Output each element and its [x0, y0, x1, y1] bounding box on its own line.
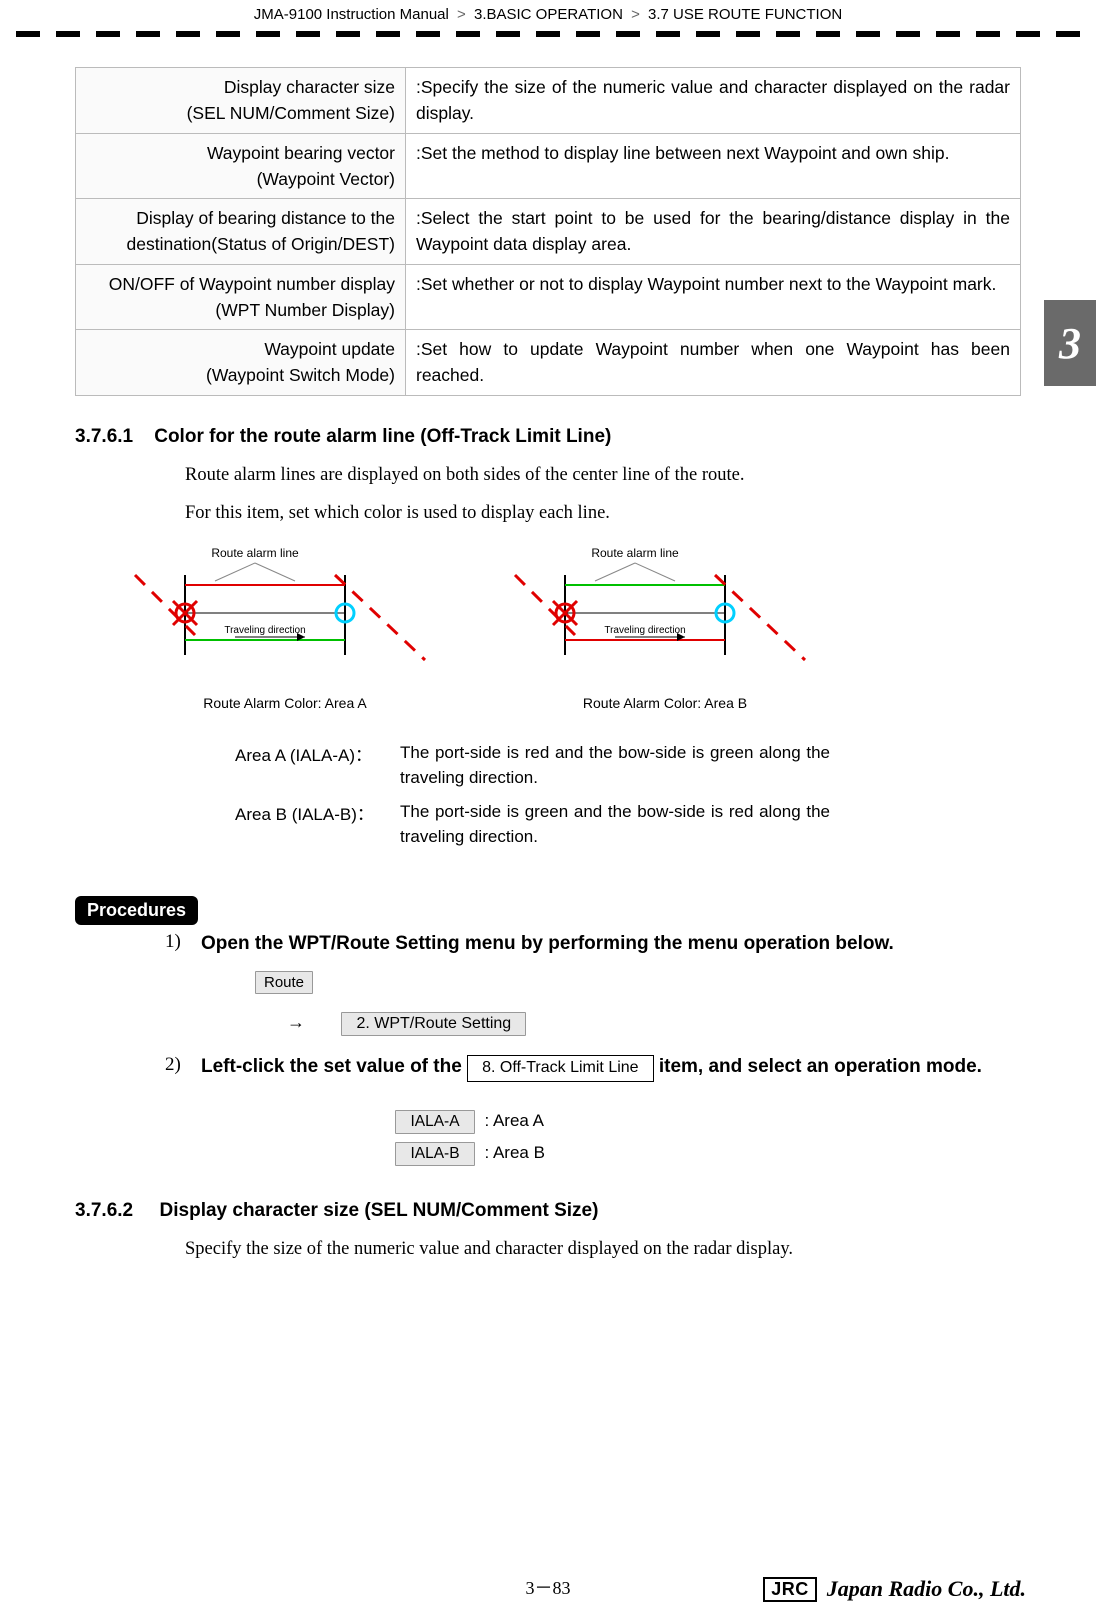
area-a-desc: The port-side is red and the bow-side is…: [400, 741, 830, 790]
table-row: Waypoint update (Waypoint Switch Mode) :S…: [76, 330, 1021, 396]
setting-desc: :Specify the size of the numeric value a…: [416, 77, 1010, 123]
setting-name: Display character size: [224, 77, 395, 97]
diagram-area-b: Route alarm line Traveling direction Rou…: [505, 545, 825, 711]
diagram-area-a: Route alarm line Traveling direction: [125, 545, 445, 711]
menu-path: Route → 2. WPT/Route Setting: [255, 971, 1021, 1036]
iala-b-button[interactable]: IALA-B: [395, 1142, 475, 1166]
svg-text:Traveling direction: Traveling direction: [224, 625, 305, 636]
setting-desc: :Select the start point to be used for t…: [416, 208, 1010, 254]
setting-name: Display of bearing distance to the: [136, 208, 395, 228]
svg-text:Route alarm line: Route alarm line: [591, 546, 679, 560]
svg-text:Route alarm line: Route alarm line: [211, 546, 299, 560]
table-row: Display character size (SEL NUM/Comment S…: [76, 68, 1021, 134]
setting-name: ON/OFF of Waypoint number display: [109, 274, 395, 294]
footer-company-name: Japan Radio Co., Ltd.: [827, 1576, 1026, 1602]
area-b-desc: The port-side is green and the bow-side …: [400, 800, 830, 849]
offtrack-limit-line-button[interactable]: 8. Off-Track Limit Line: [467, 1055, 654, 1081]
body-text: Route alarm lines are displayed on both …: [185, 462, 1021, 489]
setting-subname: (Waypoint Vector): [257, 169, 395, 189]
setting-subname: (WPT Number Display): [215, 300, 395, 320]
setting-desc: :Set whether or not to display Waypoint …: [416, 274, 996, 294]
step-text: Left-click the set value of the 8. Off-T…: [201, 1054, 982, 1081]
body-text: Specify the size of the numeric value an…: [185, 1236, 1021, 1263]
setting-name: Waypoint update: [264, 339, 395, 359]
setting-subname: (Waypoint Switch Mode): [206, 365, 395, 385]
settings-table: Display character size (SEL NUM/Comment S…: [75, 67, 1021, 396]
route-button[interactable]: Route: [255, 971, 313, 994]
setting-desc: :Set how to update Waypoint number when …: [416, 339, 1010, 385]
section-heading: 3.7.6.1 Color for the route alarm line (…: [75, 426, 1021, 448]
choice-label: : Area B: [484, 1143, 544, 1162]
table-row: ON/OFF of Waypoint number display (WPT Nu…: [76, 264, 1021, 330]
header-section: 3.7 USE ROUTE FUNCTION: [648, 6, 842, 23]
choice-label: : Area A: [484, 1111, 544, 1130]
area-b-label: Area B (IALA-B)：: [235, 800, 400, 849]
jrc-logo-icon: JRC: [763, 1577, 817, 1602]
table-row: Display of bearing distance to the destin…: [76, 199, 1021, 265]
divider: [16, 31, 1080, 37]
setting-name: Waypoint bearing vector: [207, 143, 395, 163]
header-manual: JMA-9100 Instruction Manual: [254, 6, 449, 23]
footer-logo: JRC Japan Radio Co., Ltd.: [763, 1576, 1026, 1602]
area-definitions: Area A (IALA-A)： The port-side is red an…: [235, 741, 1021, 850]
step-number: 1): [165, 931, 201, 953]
body-text: For this item, set which color is used t…: [185, 500, 1021, 527]
wpt-route-setting-button[interactable]: 2. WPT/Route Setting: [341, 1012, 526, 1036]
diagram-caption: Route Alarm Color: Area B: [505, 695, 825, 711]
chevron-right-icon: >: [631, 6, 640, 23]
page-footer: 3－83 JRC Japan Radio Co., Ltd.: [0, 1574, 1096, 1600]
setting-subname: destination(Status of Origin/DEST): [127, 234, 395, 254]
svg-text:Traveling direction: Traveling direction: [604, 625, 685, 636]
arrow-right-icon: →: [287, 1012, 305, 1032]
breadcrumb: JMA-9100 Instruction Manual > 3.BASIC OP…: [0, 0, 1096, 31]
iala-a-button[interactable]: IALA-A: [395, 1110, 475, 1134]
table-row: Waypoint bearing vector (Waypoint Vector)…: [76, 133, 1021, 199]
chevron-right-icon: >: [457, 6, 466, 23]
setting-desc: :Set the method to display line between …: [416, 143, 949, 163]
header-chapter: 3.BASIC OPERATION: [474, 6, 623, 23]
step-text: Open the WPT/Route Setting menu by perfo…: [201, 931, 894, 958]
setting-subname: (SEL NUM/Comment Size): [187, 103, 395, 123]
chapter-tab: 3: [1044, 300, 1096, 386]
area-a-label: Area A (IALA-A)：: [235, 741, 400, 790]
diagram-caption: Route Alarm Color: Area A: [125, 695, 445, 711]
procedures-badge: Procedures: [75, 896, 198, 925]
section-heading: 3.7.6.2 Display character size (SEL NUM/…: [75, 1200, 1021, 1222]
page-number: 3－83: [526, 1578, 571, 1598]
step-number: 2): [165, 1054, 201, 1076]
